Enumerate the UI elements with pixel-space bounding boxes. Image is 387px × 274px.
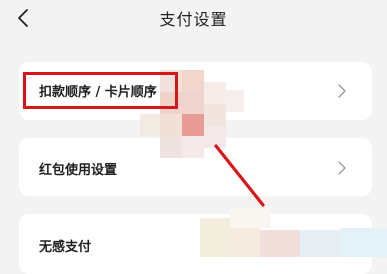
setting-item-deduction-order[interactable]: 扣款顺序 / 卡片顺序 bbox=[19, 62, 372, 120]
top-bar: 支付设置 bbox=[0, 0, 387, 38]
chevron-right-icon bbox=[338, 161, 346, 175]
setting-item-red-packet[interactable]: 红包使用设置 bbox=[19, 138, 372, 196]
setting-item-label: 扣款顺序 / 卡片顺序 bbox=[39, 85, 157, 100]
setting-item-label: 无感支付 bbox=[39, 240, 92, 255]
chevron-right-icon bbox=[338, 84, 346, 98]
setting-item-label: 红包使用设置 bbox=[39, 163, 118, 178]
setting-item-contactless-payment[interactable]: 无感支付 bbox=[19, 214, 372, 274]
page-title: 支付设置 bbox=[159, 10, 228, 29]
